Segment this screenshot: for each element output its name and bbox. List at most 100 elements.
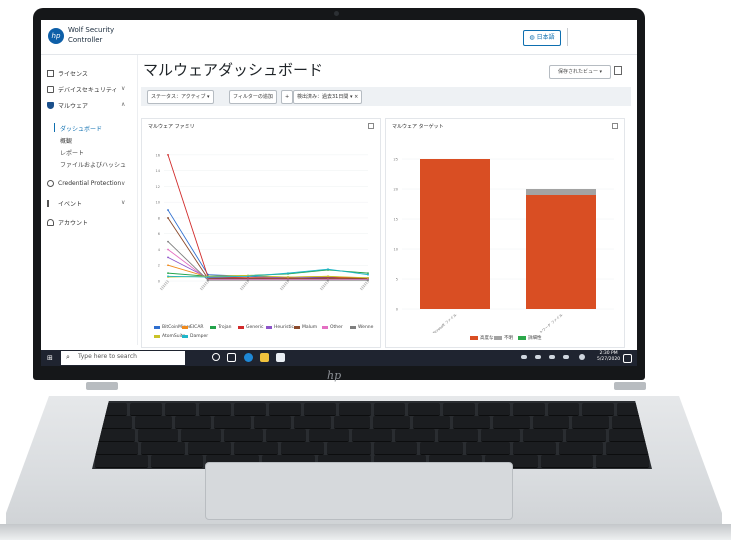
- language-button[interactable]: ◍ 日本語: [523, 30, 561, 46]
- keyboard-key: [333, 416, 371, 429]
- saved-view-dropdown[interactable]: 保存されたビュー ▾: [549, 65, 611, 79]
- sidebar-item-accounts[interactable]: アカウント: [47, 218, 88, 227]
- store-icon[interactable]: [276, 353, 285, 362]
- volume-icon[interactable]: [535, 355, 541, 359]
- battery-icon[interactable]: [549, 355, 555, 359]
- sidebar-subitem-reports[interactable]: レポート: [60, 148, 84, 157]
- data-point: [247, 275, 249, 278]
- sidebar-subitem-dashboard[interactable]: ダッシュボード: [60, 124, 102, 133]
- legend-swatch: [322, 326, 328, 329]
- legend-item[interactable]: Other: [322, 325, 343, 330]
- data-point: [327, 268, 329, 271]
- y-tick-label: 15: [394, 218, 398, 222]
- active-indicator: [54, 123, 55, 132]
- pen-icon[interactable]: [579, 354, 585, 360]
- legend-swatch: [154, 335, 160, 338]
- sidebar-item-events[interactable]: イベント: [47, 199, 82, 208]
- data-point: [367, 273, 369, 276]
- keyboard-key: [559, 442, 603, 455]
- x-tick-label: [279, 280, 290, 292]
- legend-item[interactable]: EICAR: [182, 325, 204, 330]
- chevron-down-icon[interactable]: ∨: [121, 180, 125, 187]
- legend-label: 詳細性: [528, 336, 542, 341]
- touchpad[interactable]: [205, 462, 513, 520]
- file-explorer-icon[interactable]: [260, 353, 269, 362]
- legend-item[interactable]: 不明: [494, 335, 513, 341]
- legend-swatch: [266, 326, 272, 329]
- legend-item[interactable]: Generic: [238, 325, 263, 330]
- expand-icon[interactable]: [368, 123, 374, 129]
- keyboard-icon[interactable]: [563, 355, 569, 359]
- header-divider: [567, 28, 568, 46]
- keyboard-key: [373, 442, 417, 455]
- legend-swatch: [182, 326, 188, 329]
- keyboard-row: [92, 429, 652, 442]
- system-clock[interactable]: 2:30 PM 5/27/2020: [597, 351, 620, 363]
- windows-start-icon[interactable]: ⊞: [47, 354, 55, 362]
- keyboard-key: [352, 429, 392, 442]
- legend-swatch: [518, 336, 526, 340]
- keyboard-key: [394, 429, 435, 442]
- expand-icon[interactable]: [612, 123, 618, 129]
- sidebar-item-malware[interactable]: マルウェア: [47, 101, 88, 110]
- legend-item[interactable]: Malum: [294, 325, 317, 330]
- keyboard-key: [180, 429, 221, 442]
- notification-icon[interactable]: [623, 354, 632, 363]
- legend-item[interactable]: AtomSuite: [154, 334, 185, 339]
- keyboard-key: [95, 455, 148, 468]
- legend-item[interactable]: 詳細性: [518, 335, 542, 341]
- x-tick-label: [159, 280, 170, 292]
- keyboard-row: [92, 416, 652, 429]
- sidebar-subitem-overview[interactable]: 概観: [60, 136, 72, 145]
- save-icon[interactable]: [614, 66, 622, 75]
- hp-logo: hp: [48, 28, 64, 44]
- chevron-down-icon[interactable]: ∨: [121, 85, 125, 92]
- legend-item[interactable]: Heuristic: [266, 325, 294, 330]
- keyboard-key: [512, 442, 557, 455]
- legend-swatch: [182, 335, 188, 338]
- sidebar-subitem-files-hashes[interactable]: ファイルおよびハッシュ: [60, 160, 126, 169]
- chevron-down-icon[interactable]: ∨: [121, 199, 125, 206]
- data-point: [287, 276, 289, 278]
- y-tick-label: 10: [394, 248, 398, 252]
- keyboard-key: [566, 429, 607, 442]
- sidebar-item-credential-protection[interactable]: Credential Protection: [47, 180, 121, 187]
- add-filter-button[interactable]: フィルターの追加: [229, 90, 277, 104]
- app-header: hp Wolf Security Controller ◍ 日本語: [41, 20, 637, 55]
- legend-item[interactable]: Damper: [182, 334, 208, 339]
- keyboard-key: [419, 442, 464, 455]
- keyboard-key: [293, 416, 331, 429]
- keyboard-key: [408, 403, 441, 416]
- filter-chip-status[interactable]: ステータス：アクティブ ▾: [147, 90, 214, 104]
- data-point: [167, 209, 169, 211]
- legend-item[interactable]: Trojan: [210, 325, 231, 330]
- legend-swatch: [210, 326, 216, 329]
- legend-label: 高度な: [480, 336, 494, 341]
- add-filter-plus-button[interactable]: +: [281, 90, 294, 104]
- keyboard-key: [466, 442, 510, 455]
- y-tick-label: 12: [156, 185, 160, 189]
- chevron-up-icon[interactable]: ∧: [121, 101, 125, 108]
- legend-label: Wenne: [358, 325, 374, 330]
- sidebar-item-device-security[interactable]: デバイスセキュリティ: [47, 85, 117, 94]
- task-view-icon[interactable]: [227, 353, 236, 362]
- malware-family-card: マルウェア ファミリ 16 14 12 10 8 6 4 2 0 BitCoinMiner EIC…: [141, 118, 381, 348]
- legend-item[interactable]: Wenne: [350, 325, 373, 330]
- edge-icon[interactable]: [244, 353, 253, 362]
- hinge-right: [614, 382, 646, 390]
- data-point: [167, 275, 169, 278]
- keyboard-key: [413, 416, 451, 429]
- y-tick-label: 25: [394, 158, 398, 162]
- network-icon[interactable]: [521, 355, 527, 359]
- hinge-left: [86, 382, 118, 390]
- bar: [420, 159, 490, 309]
- cortana-icon[interactable]: [212, 353, 220, 361]
- filter-chip-detected[interactable]: 検出済み：過去31日間 ▾ ×: [293, 90, 363, 104]
- sidebar-item-licenses[interactable]: ライセンス: [47, 69, 88, 78]
- legend-item[interactable]: 高度な: [470, 335, 494, 341]
- keyboard-key: [605, 442, 650, 455]
- y-tick-label: 6: [158, 232, 160, 236]
- y-tick-label: 0: [158, 280, 160, 284]
- keyboard-key: [373, 403, 406, 416]
- keyboard-key: [214, 416, 252, 429]
